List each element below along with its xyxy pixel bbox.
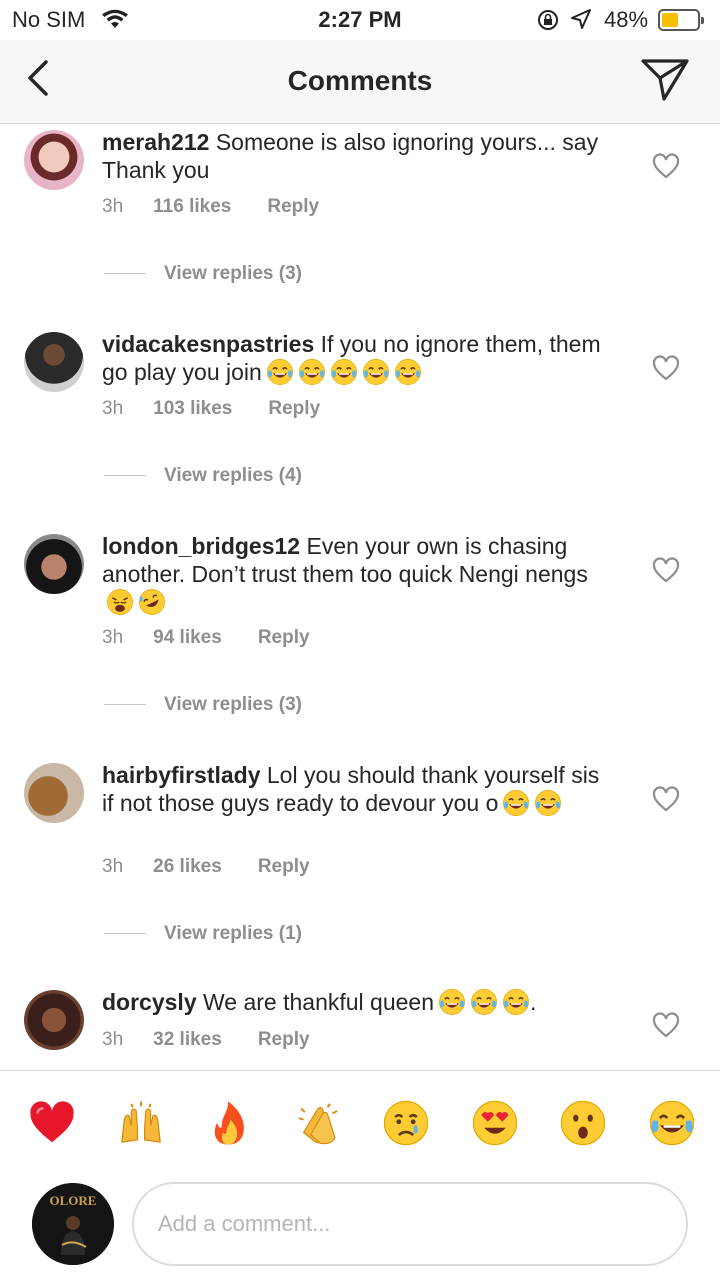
comment-body: We are thankful queen <box>203 989 435 1015</box>
avatar[interactable] <box>24 990 84 1050</box>
avatar[interactable] <box>24 763 84 823</box>
view-replies-label: View replies (1) <box>164 923 302 944</box>
heart-icon[interactable] <box>652 1012 680 1038</box>
comment-composer: OLORE <box>0 1180 720 1280</box>
tears-of-joy-emoji <box>330 359 357 385</box>
comment-time: 3h <box>102 627 124 648</box>
comment-username[interactable]: vidacakesnpastries <box>102 331 314 357</box>
nav-bar: Comments <box>0 40 720 124</box>
quick-reactions-bar <box>0 1070 720 1180</box>
crying-face-reaction-button[interactable] <box>382 1099 430 1147</box>
comment-emojis <box>262 359 422 385</box>
tears-of-joy-emoji <box>535 790 562 816</box>
heart-icon[interactable] <box>652 557 680 583</box>
comment-likes[interactable]: 32 likes <box>153 1029 222 1050</box>
view-replies-label: View replies (3) <box>164 694 302 715</box>
view-replies-button[interactable]: View replies (4) <box>104 465 302 487</box>
battery-icon <box>658 9 704 31</box>
comments-list[interactable]: merah212 Someone is also ignoring yours.… <box>0 124 720 1070</box>
comment-likes[interactable]: 116 likes <box>153 196 231 217</box>
tears-of-joy-emoji <box>439 989 465 1015</box>
comment-meta: 3h 94 likes Reply <box>102 627 310 649</box>
comment-time: 3h <box>102 856 124 877</box>
view-replies-button[interactable]: View replies (1) <box>104 923 302 945</box>
tears-of-joy-emoji <box>362 359 389 385</box>
avatar[interactable] <box>24 534 84 594</box>
reply-button[interactable]: Reply <box>258 1029 310 1050</box>
tears-of-joy-emoji <box>394 359 421 385</box>
comment-time: 3h <box>102 196 124 217</box>
comment-meta: 3h 116 likes Reply <box>102 196 319 218</box>
tears-of-joy-emoji <box>471 989 497 1015</box>
tears-of-joy-emoji <box>503 790 530 816</box>
avatar-logo-text: OLORE <box>50 1193 97 1208</box>
comment-likes[interactable]: 103 likes <box>153 398 232 419</box>
page-title: Comments <box>287 65 433 96</box>
comment-username[interactable]: hairbyfirstlady <box>102 762 261 788</box>
reply-button[interactable]: Reply <box>268 398 320 419</box>
fire-reaction-button[interactable] <box>205 1099 253 1147</box>
reply-button[interactable]: Reply <box>267 196 319 217</box>
rolling-laughing-emoji <box>139 589 165 615</box>
view-replies-label: View replies (4) <box>164 465 302 486</box>
tears-of-joy-emoji <box>266 359 293 385</box>
paper-plane-icon[interactable] <box>640 56 690 102</box>
comment-suffix: . <box>530 989 537 1015</box>
rotation-lock-icon <box>538 10 558 30</box>
comment-emojis <box>102 589 166 615</box>
status-bar: No SIM 2:27 PM 48% <box>0 0 720 40</box>
heart-icon[interactable] <box>652 786 680 812</box>
comment-time: 3h <box>102 398 124 419</box>
tears-of-joy-reaction-button[interactable] <box>648 1099 696 1147</box>
view-replies-button[interactable]: View replies (3) <box>104 694 302 716</box>
comment-username[interactable]: london_bridges12 <box>102 533 300 559</box>
surprised-face-reaction-button[interactable] <box>559 1099 607 1147</box>
avatar[interactable] <box>24 130 84 190</box>
location-arrow-icon <box>571 9 591 29</box>
tears-of-joy-emoji <box>298 359 325 385</box>
heart-icon[interactable] <box>652 355 680 381</box>
reply-button[interactable]: Reply <box>258 627 310 648</box>
view-replies-button[interactable]: View replies (3) <box>104 263 302 285</box>
comment-input[interactable] <box>132 1182 688 1266</box>
comment-meta: 3h 103 likes Reply <box>102 398 320 420</box>
battery-percent: 48% <box>604 7 649 32</box>
comment-likes[interactable]: 94 likes <box>153 627 222 648</box>
comment-username[interactable]: dorcysly <box>102 989 197 1015</box>
red-heart-reaction-button[interactable] <box>28 1099 76 1147</box>
comment-emojis <box>498 790 562 816</box>
heart-icon[interactable] <box>652 153 680 179</box>
heart-eyes-reaction-button[interactable] <box>471 1099 519 1147</box>
user-avatar-image: OLORE <box>32 1183 114 1265</box>
avatar[interactable] <box>24 332 84 392</box>
comment-likes[interactable]: 26 likes <box>153 856 222 877</box>
clapping-hands-reaction-button[interactable] <box>294 1099 342 1147</box>
view-replies-label: View replies (3) <box>164 263 302 284</box>
comment-username[interactable]: merah212 <box>102 129 209 155</box>
raising-hands-reaction-button[interactable] <box>117 1099 165 1147</box>
comment-time: 3h <box>102 1029 124 1050</box>
comment-emojis <box>434 989 530 1015</box>
battery-fill <box>662 13 679 27</box>
comment-meta: 3h 32 likes Reply <box>102 1029 310 1051</box>
weary-face-emoji <box>107 589 133 615</box>
avatar[interactable]: OLORE <box>32 1183 114 1265</box>
tears-of-joy-emoji <box>503 989 529 1015</box>
comment-meta: 3h 26 likes Reply <box>102 856 310 878</box>
reply-button[interactable]: Reply <box>258 856 310 877</box>
